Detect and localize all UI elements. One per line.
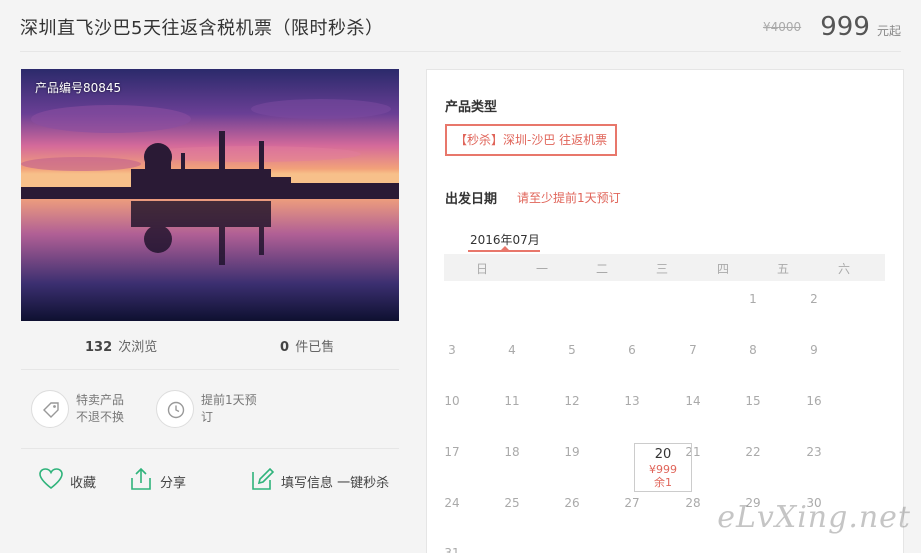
calendar-day: 9 (810, 343, 818, 357)
weekday-label: 一 (535, 262, 548, 276)
weekday-label: 三 (655, 262, 668, 276)
views-stat: 132 次浏览 (85, 336, 157, 355)
sold-stat: 0 件已售 (280, 336, 334, 355)
share-icon (131, 467, 151, 490)
fill-info-label: 填写信息 一键秒杀 (281, 476, 390, 491)
calendar-day: 1 (749, 292, 757, 306)
weekday-label: 二 (595, 262, 608, 276)
calendar-day: 6 (628, 343, 636, 357)
calendar-day: 17 (444, 445, 460, 459)
weekday-label: 日 (475, 262, 488, 276)
current-price: 999 (820, 12, 870, 42)
selected-day-price: ¥999 (649, 463, 677, 476)
heart-icon (39, 468, 63, 490)
selected-day-number: 20 (654, 447, 672, 462)
feature-line: 特卖产品 (76, 393, 125, 407)
departure-date-heading: 出发日期 (445, 192, 498, 207)
calendar-day: 4 (508, 343, 516, 357)
calendar-day: 14 (685, 394, 701, 408)
tag-icon (43, 402, 59, 418)
calendar-day: 25 (504, 496, 520, 510)
views-count: 132 (85, 340, 113, 355)
sold-count: 0 (280, 340, 290, 355)
product-photo: 产品编号80845 (21, 69, 399, 321)
calendar-day: 8 (749, 343, 757, 357)
divider (21, 448, 399, 449)
original-price: ¥4000 (762, 20, 802, 34)
calendar-day-selected[interactable]: 20 ¥999 余1 (634, 443, 692, 492)
product-type-option[interactable]: 【秒杀】深圳-沙巴 往返机票 (445, 124, 618, 156)
calendar-day: 31 (444, 546, 460, 553)
price-unit: 元起 (876, 24, 901, 38)
watermark: eLvXing.net (717, 500, 911, 535)
calendar-day: 28 (685, 496, 701, 510)
price-block: ¥4000 999 元起 (763, 12, 901, 42)
feature-line: 不退不换 (76, 410, 125, 424)
calendar-day: 16 (806, 394, 822, 408)
calendar-day: 18 (504, 445, 520, 459)
calendar-day: 7 (689, 343, 697, 357)
calendar-day: 24 (444, 496, 460, 510)
views-label: 次浏览 (118, 340, 158, 355)
product-code: 产品编号80845 (35, 81, 122, 95)
weekday-label: 六 (837, 262, 850, 276)
calendar-day: 13 (624, 394, 640, 408)
calendar-day: 23 (806, 445, 822, 459)
calendar-day: 10 (444, 394, 460, 408)
date-hint: 请至少提前1天预订 (517, 191, 621, 205)
month-tab-underline (468, 250, 540, 252)
calendar-day: 5 (568, 343, 576, 357)
calendar-day: 27 (624, 496, 640, 510)
calendar-day: 15 (745, 394, 761, 408)
calendar-day: 3 (448, 343, 456, 357)
calendar-day: 26 (564, 496, 580, 510)
weekday-label: 四 (716, 262, 729, 276)
page-title: 深圳直飞沙巴5天往返含税机票（限时秒杀） (20, 18, 384, 39)
mosque-sunset-image (21, 69, 399, 321)
weekday-label: 五 (776, 262, 789, 276)
calendar-day: 22 (745, 445, 761, 459)
booking-panel: 产品类型 【秒杀】深圳-沙巴 往返机票 出发日期 请至少提前1天预订 2016年… (426, 69, 904, 553)
feature-line: 订 (201, 410, 214, 424)
page-header: 深圳直飞沙巴5天往返含税机票（限时秒杀） ¥4000 999 元起 (20, 0, 901, 52)
caret-up-icon (501, 246, 509, 250)
calendar-day: 19 (564, 445, 580, 459)
sold-label: 件已售 (295, 340, 335, 355)
edit-icon (252, 467, 275, 490)
share-label: 分享 (160, 476, 187, 491)
weekday-header: 日 一 二 三 四 五 六 (444, 254, 885, 281)
product-type-heading: 产品类型 (445, 100, 498, 115)
selected-day-stock: 余1 (654, 476, 672, 489)
calendar-day: 12 (564, 394, 580, 408)
calendar-day: 11 (504, 394, 520, 408)
favorite-label: 收藏 (70, 476, 97, 491)
feature-line: 提前1天预 (201, 393, 257, 407)
calendar-day: 2 (810, 292, 818, 306)
divider (21, 369, 399, 370)
clock-icon (167, 401, 185, 419)
